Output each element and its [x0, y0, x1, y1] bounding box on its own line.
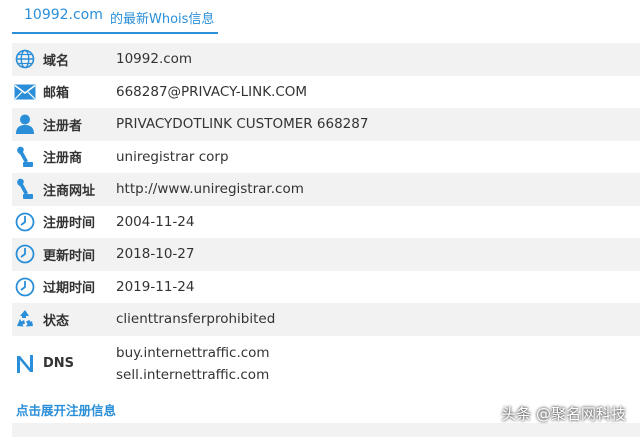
row-value: 10992.com — [116, 51, 193, 68]
row-dns: DNS buy.internettraffic.com sell.interne… — [12, 335, 640, 392]
row-domain: 域名 10992.com — [12, 43, 640, 76]
row-label: 注商网址 — [43, 183, 96, 199]
row-created: 注册时间 2004-11-24 — [12, 205, 640, 238]
envelope-icon — [14, 81, 36, 103]
whois-table: 域名 10992.com 邮箱 668287@PRIVACY-LINK.COM … — [12, 43, 640, 392]
tab-bar: 10992.com 的最新Whois信息 — [0, 0, 640, 34]
clock-icon — [14, 276, 36, 298]
tab-domain: 10992.com — [24, 7, 103, 23]
dns-server: buy.internettraffic.com — [116, 344, 270, 361]
row-registrar-url: 注商网址 http://www.uniregistrar.com — [12, 173, 640, 206]
stamp-icon — [14, 146, 36, 168]
expand-registration-link[interactable]: 点击展开注册信息 — [16, 400, 116, 419]
row-value: 2018-10-27 — [116, 246, 195, 263]
watermark: 头条 @聚名网科技 — [501, 405, 626, 423]
row-label: 状态 — [43, 313, 70, 329]
row-registrant: 注册者 PRIVACYDOTLINK CUSTOMER 668287 — [12, 108, 640, 141]
row-value: clienttransferprohibited — [116, 311, 276, 328]
row-label: 注册时间 — [43, 216, 96, 232]
row-value: PRIVACYDOTLINK CUSTOMER 668287 — [116, 116, 369, 133]
row-value: 2019-11-24 — [116, 278, 195, 295]
row-label: 注册商 — [43, 151, 83, 167]
clock-icon — [14, 243, 36, 265]
tab-whois[interactable]: 10992.com 的最新Whois信息 — [12, 0, 218, 34]
row-value: uniregistrar corp — [116, 148, 229, 165]
registrar-url-link[interactable]: http://www.uniregistrar.com — [116, 181, 304, 197]
row-label: 域名 — [43, 53, 70, 69]
dns-server: sell.internettraffic.com — [116, 366, 270, 383]
row-value: 668287@PRIVACY-LINK.COM — [116, 83, 308, 100]
row-label: 注册者 — [43, 118, 83, 134]
clock-icon — [14, 211, 36, 233]
row-label: 邮箱 — [43, 86, 70, 102]
dns-label: DNS — [43, 356, 75, 371]
person-icon — [14, 113, 36, 135]
row-registrar: 注册商 uniregistrar corp — [12, 140, 640, 173]
dns-servers: buy.internettraffic.com sell.internettra… — [116, 344, 270, 384]
bottom-strip — [12, 423, 640, 437]
stamp-icon — [14, 178, 36, 200]
globe-icon — [14, 48, 36, 70]
row-label: 过期时间 — [43, 281, 96, 297]
dns-icon — [14, 353, 36, 375]
recycle-icon — [14, 308, 36, 330]
row-email: 邮箱 668287@PRIVACY-LINK.COM — [12, 75, 640, 108]
row-updated: 更新时间 2018-10-27 — [12, 238, 640, 271]
row-value: 2004-11-24 — [116, 213, 195, 230]
row-label: 更新时间 — [43, 248, 96, 264]
row-status: 状态 clienttransferprohibited — [12, 303, 640, 336]
row-expires: 过期时间 2019-11-24 — [12, 270, 640, 303]
tab-suffix: 的最新Whois信息 — [110, 12, 215, 27]
